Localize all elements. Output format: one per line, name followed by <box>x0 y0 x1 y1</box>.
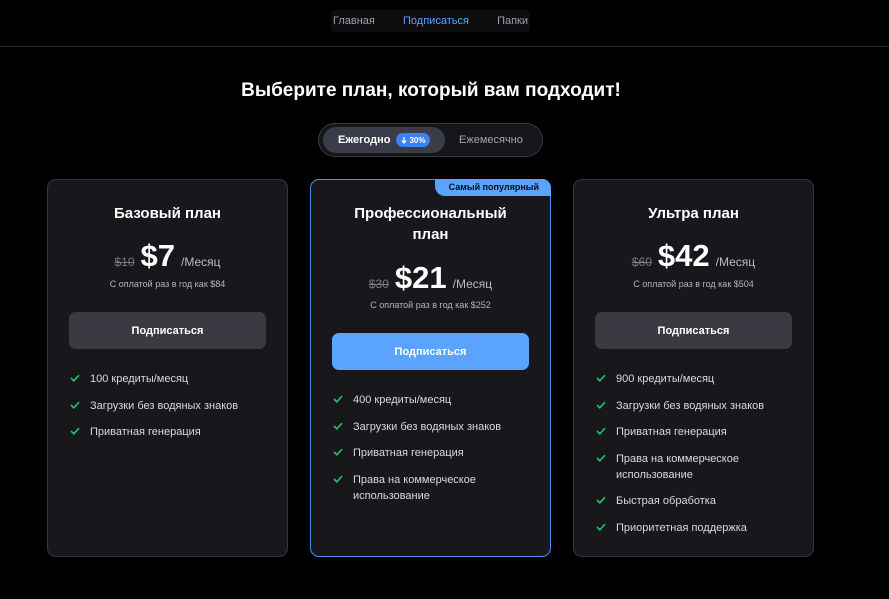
discount-badge: 30% <box>396 133 431 147</box>
check-icon <box>333 392 343 408</box>
check-icon <box>596 424 606 440</box>
price-period: /Месяц <box>452 277 493 291</box>
feature-item: Права на коммерческое использование <box>596 451 801 483</box>
check-icon <box>333 445 343 461</box>
plan-card-basic: Базовый план $10 $7 /Месяц С оплатой раз… <box>47 179 288 557</box>
nav-folders[interactable]: Папки <box>496 15 529 27</box>
popular-badge: Самый популярный <box>434 179 551 196</box>
feature-text: Права на коммерческое использование <box>616 452 739 481</box>
feature-text: 400 кредиты/месяц <box>353 394 452 406</box>
feature-item: 900 кредиты/месяц <box>596 371 801 387</box>
feature-text: Приватная генерация <box>353 447 464 459</box>
price-period: /Месяц <box>181 255 221 269</box>
price-row: $30 $21 /Месяц <box>311 260 550 296</box>
feature-text: Загрузки без водяных знаков <box>90 399 239 412</box>
billed-note: С оплатой раз в год как $84 <box>109 279 226 289</box>
billing-monthly-label: Ежемесячно <box>459 134 523 146</box>
feature-item: 400 кредиты/месяц <box>333 392 538 408</box>
discount-badge-text: 30% <box>409 135 426 145</box>
subscribe-button-ultra[interactable]: Подписаться <box>595 312 792 349</box>
check-icon <box>333 472 343 488</box>
check-icon <box>333 419 343 435</box>
feature-text: Приватная генерация <box>90 426 201 438</box>
top-navbar: Главная Подписаться Папки <box>0 0 889 47</box>
price: $42 <box>657 238 710 273</box>
check-icon <box>596 451 606 467</box>
feature-item: Загрузки без водяных знаков <box>70 398 275 414</box>
subscribe-button-pro[interactable]: Подписаться <box>332 333 529 370</box>
check-icon <box>596 398 606 414</box>
feature-text: Загрузки без водяных знаков <box>353 420 502 433</box>
billed-note: С оплатой раз в год как $504 <box>633 279 754 289</box>
price-row: $10 $7 /Месяц <box>48 238 287 274</box>
billed-note: С оплатой раз в год как $252 <box>370 300 491 310</box>
billing-option-yearly[interactable]: Ежегодно 30% <box>323 127 445 153</box>
feature-item: Приоритетная поддержка <box>596 520 801 536</box>
old-price: $60 <box>631 255 652 269</box>
plan-name: Ультра план <box>648 205 739 222</box>
nav-home[interactable]: Главная <box>332 15 376 27</box>
nav-subscribe[interactable]: Подписаться <box>402 15 470 27</box>
feature-text: Загрузки без водяных знаков <box>616 399 765 412</box>
price: $7 <box>140 238 175 273</box>
old-price: $30 <box>368 277 389 291</box>
feature-text: Быстрая обработка <box>616 495 716 507</box>
check-icon <box>70 398 80 414</box>
check-icon <box>70 371 80 387</box>
feature-text: Права на коммерческое использование <box>353 473 476 502</box>
price-period: /Месяц <box>715 255 756 269</box>
billing-yearly-label: Ежегодно <box>338 134 391 146</box>
plan-card-ultra: Ультра план $60 $42 /Месяц С оплатой раз… <box>573 179 814 557</box>
plan-name: Профессиональный план <box>354 205 507 243</box>
old-price: $10 <box>114 255 135 269</box>
check-icon <box>596 520 606 536</box>
subscribe-button-basic[interactable]: Подписаться <box>69 312 266 349</box>
billing-option-monthly[interactable]: Ежемесячно <box>459 127 523 153</box>
main-nav: Главная Подписаться Папки <box>331 10 530 32</box>
price-row: $60 $42 /Месяц <box>574 238 813 274</box>
check-icon <box>596 371 606 387</box>
price: $21 <box>394 260 447 295</box>
billing-toggle: Ежегодно 30% Ежемесячно <box>318 123 543 157</box>
feature-item: Приватная генерация <box>596 424 801 440</box>
page-title: Выберите план, который вам подходит! <box>241 80 621 101</box>
feature-item: Права на коммерческое использование <box>333 472 538 504</box>
feature-list: 400 кредиты/месяц Загрузки без водяных з… <box>333 392 538 514</box>
feature-item: Приватная генерация <box>333 445 538 461</box>
check-icon <box>596 493 606 509</box>
plan-card-pro: Самый популярный Профессиональный план $… <box>310 179 551 557</box>
feature-text: 100 кредиты/месяц <box>90 373 189 385</box>
feature-item: Приватная генерация <box>70 424 275 440</box>
plan-name: Базовый план <box>114 205 221 222</box>
check-icon <box>70 424 80 440</box>
feature-list: 900 кредиты/месяц Загрузки без водяных з… <box>596 371 801 546</box>
feature-item: 100 кредиты/месяц <box>70 371 275 387</box>
feature-item: Загрузки без водяных знаков <box>596 398 801 414</box>
feature-text: Приватная генерация <box>616 426 727 438</box>
feature-item: Загрузки без водяных знаков <box>333 419 538 435</box>
feature-text: Приоритетная поддержка <box>616 521 747 534</box>
feature-item: Быстрая обработка <box>596 493 801 509</box>
arrow-down-icon <box>402 136 407 144</box>
feature-list: 100 кредиты/месяц Загрузки без водяных з… <box>70 371 275 451</box>
feature-text: 900 кредиты/месяц <box>616 373 715 385</box>
